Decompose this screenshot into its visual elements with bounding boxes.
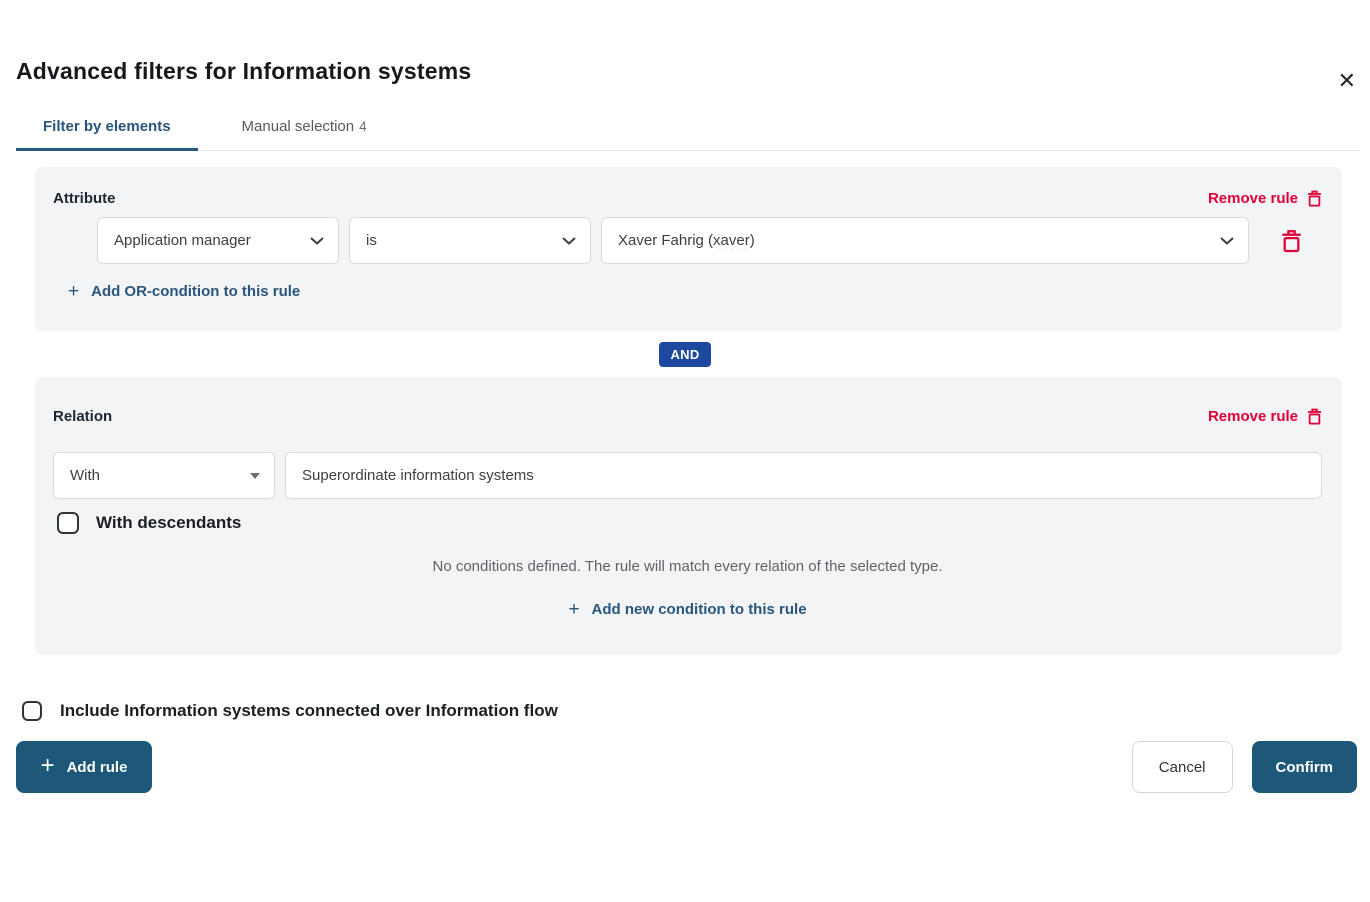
remove-rule-label: Remove rule	[1208, 408, 1298, 425]
attribute-value-text: Xaver Fahrig (xaver)	[618, 232, 1210, 249]
chevron-down-icon	[1220, 237, 1234, 245]
relation-rule-card: Relation Remove rule With Superordinate …	[35, 377, 1342, 655]
remove-rule-label: Remove rule	[1208, 190, 1298, 207]
remove-rule-button[interactable]: Remove rule	[1208, 190, 1322, 207]
relation-direction-select[interactable]: With	[53, 452, 275, 499]
chevron-down-icon	[310, 237, 324, 245]
relation-type-value: Superordinate information systems	[302, 467, 534, 484]
plus-icon: +	[568, 600, 579, 619]
add-or-condition-button[interactable]: + Add OR-condition to this rule	[68, 282, 300, 301]
tab-filter-by-elements[interactable]: Filter by elements	[16, 103, 198, 150]
tab-manual-selection[interactable]: Manual selection 4	[215, 103, 394, 150]
tab-bar: Filter by elements Manual selection 4	[16, 103, 1360, 151]
misspelled-word: xaver	[713, 232, 750, 249]
include-connected-label[interactable]: Include Information systems connected ov…	[60, 701, 558, 721]
cancel-button[interactable]: Cancel	[1132, 741, 1233, 793]
rule-type-heading: Relation	[53, 408, 112, 425]
add-new-condition-button[interactable]: + Add new condition to this rule	[568, 600, 806, 619]
rule-connector: AND	[0, 342, 1370, 367]
rule-type-heading: Attribute	[53, 190, 116, 207]
include-connected-checkbox[interactable]	[22, 701, 42, 721]
tab-label: Filter by elements	[43, 118, 171, 135]
trash-icon	[1281, 229, 1302, 253]
tab-count-badge: 4	[359, 119, 367, 134]
attribute-select-value: Application manager	[114, 232, 300, 249]
attribute-select[interactable]: Application manager	[97, 217, 339, 264]
tab-label: Manual selection	[242, 118, 355, 135]
add-rule-button[interactable]: + Add rule	[16, 741, 152, 793]
dialog-title: Advanced filters for Information systems	[16, 58, 1370, 85]
with-descendants-label[interactable]: With descendants	[96, 513, 241, 533]
confirm-button[interactable]: Confirm	[1252, 741, 1358, 793]
chevron-down-icon	[562, 237, 576, 245]
relation-type-input[interactable]: Superordinate information systems	[285, 452, 1322, 499]
delete-condition-button[interactable]	[1281, 229, 1302, 253]
plus-icon: +	[41, 754, 55, 778]
with-descendants-checkbox[interactable]	[57, 512, 79, 534]
add-rule-label: Add rule	[67, 759, 128, 776]
close-icon[interactable]: ✕	[1338, 70, 1356, 92]
caret-down-icon	[250, 473, 260, 479]
relation-direction-value: With	[70, 467, 240, 484]
no-conditions-message: No conditions defined. The rule will mat…	[53, 558, 1322, 575]
operator-select-value: is	[366, 232, 552, 249]
add-or-condition-label: Add OR-condition to this rule	[91, 283, 300, 300]
trash-icon	[1307, 408, 1322, 425]
attribute-value-select[interactable]: Xaver Fahrig (xaver)	[601, 217, 1249, 264]
plus-icon: +	[68, 282, 79, 301]
attribute-rule-card: Attribute Remove rule Application manage…	[35, 167, 1342, 331]
remove-rule-button[interactable]: Remove rule	[1208, 408, 1322, 425]
operator-select[interactable]: is	[349, 217, 591, 264]
trash-icon	[1307, 190, 1322, 207]
and-badge[interactable]: AND	[659, 342, 710, 367]
add-new-condition-label: Add new condition to this rule	[592, 601, 807, 618]
